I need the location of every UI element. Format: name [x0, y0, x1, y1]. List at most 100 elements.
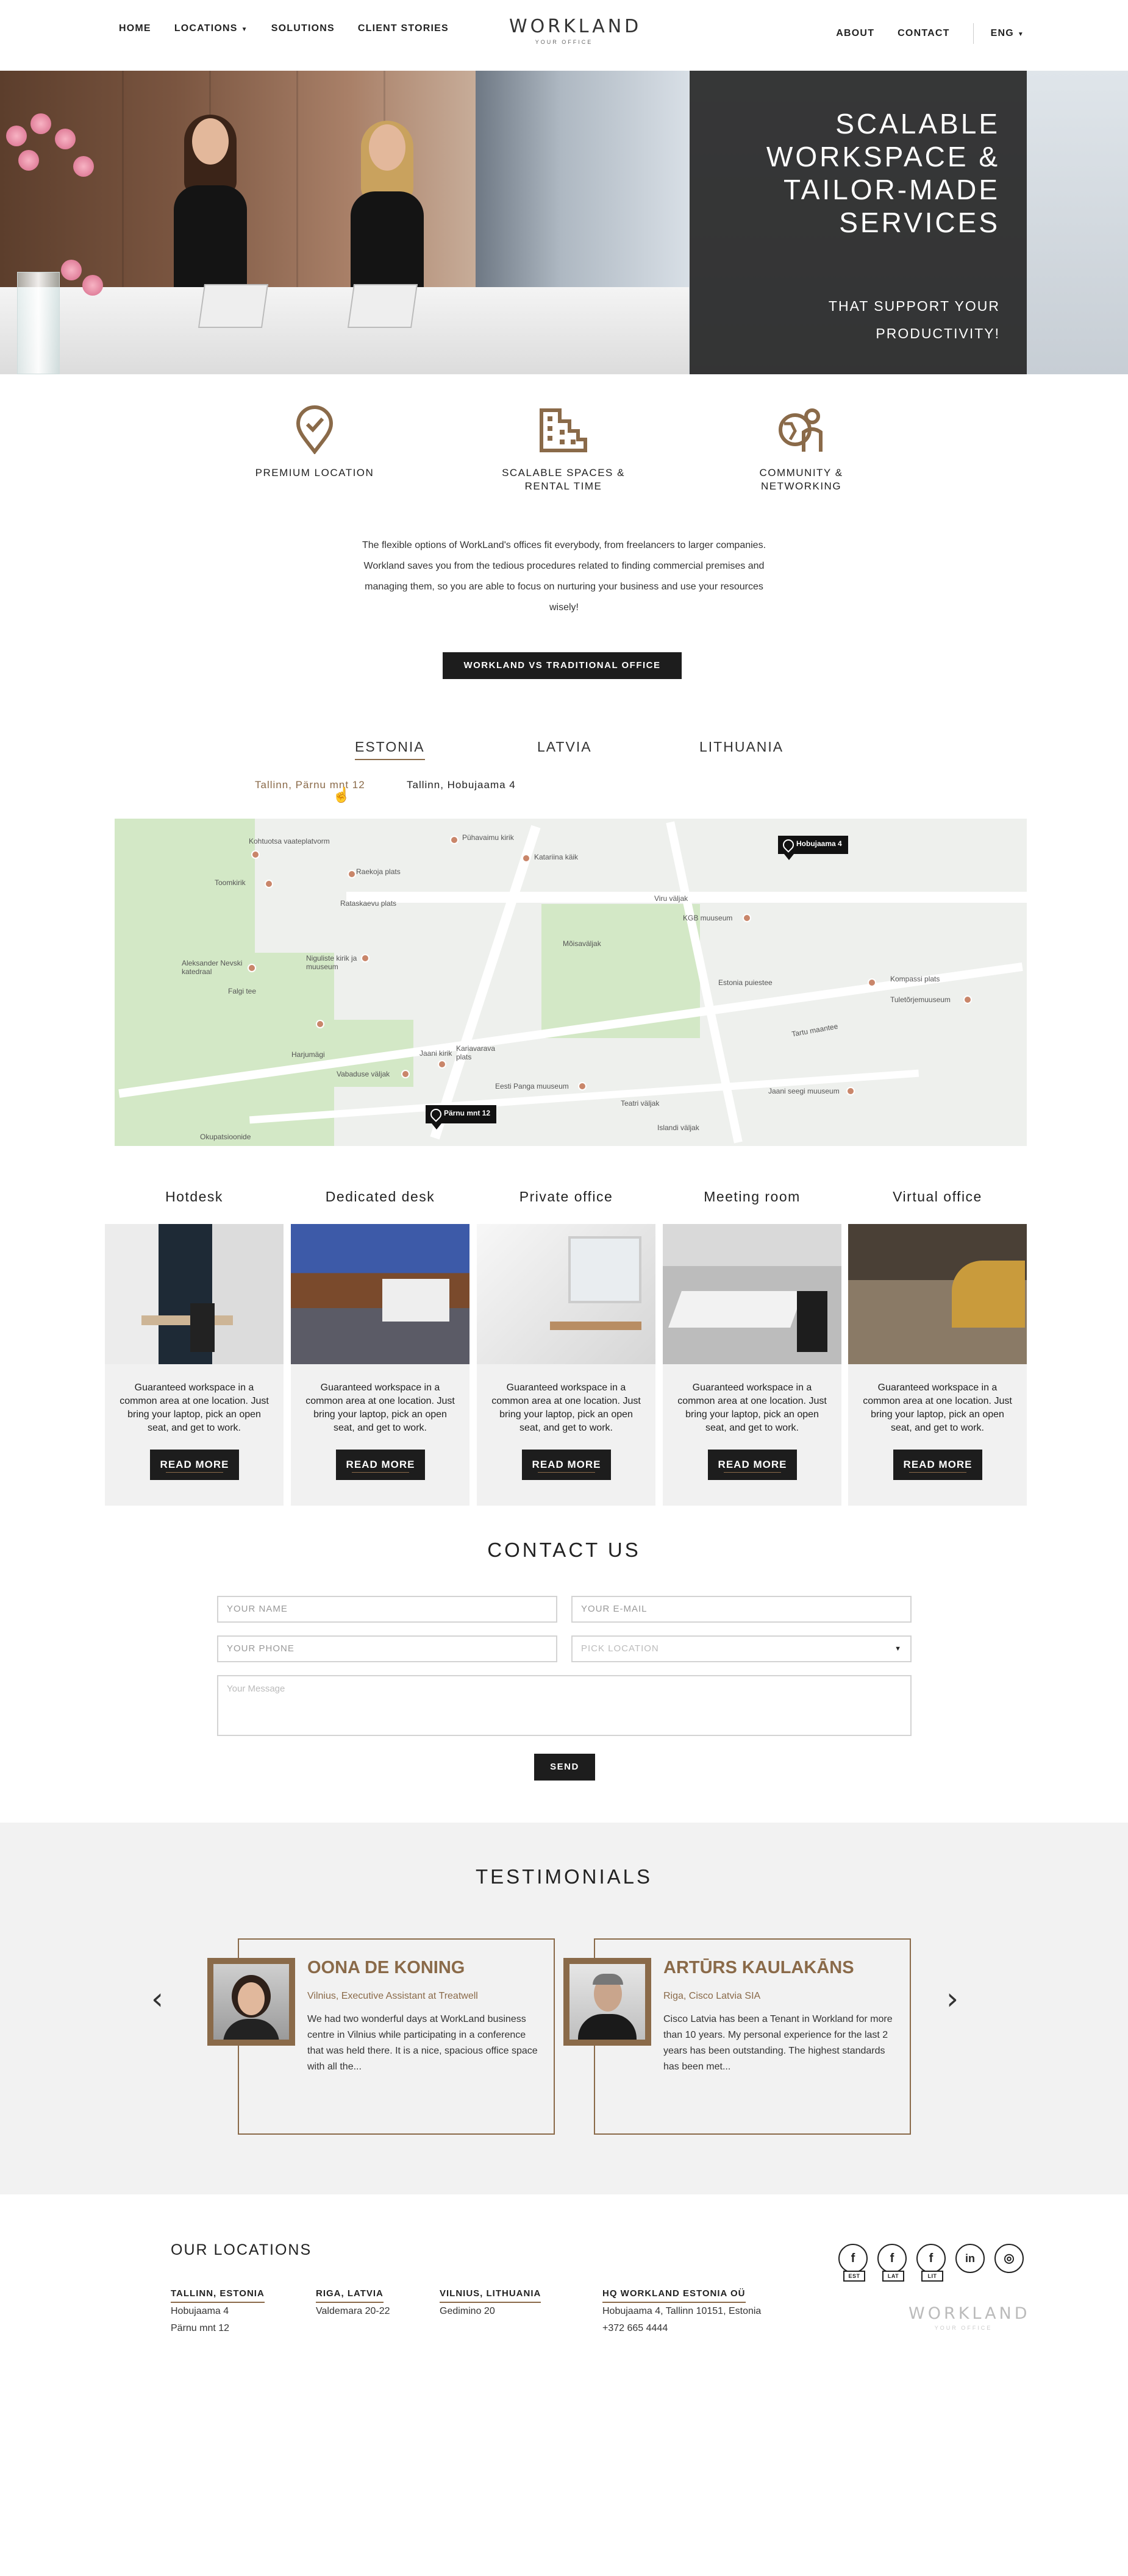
map-label: Raekoja plats: [356, 867, 401, 876]
footer-address[interactable]: Gedimino 20: [440, 2303, 541, 2320]
nav-about[interactable]: ABOUT: [836, 28, 874, 39]
map-label: KGB muuseum: [683, 914, 733, 922]
instagram-icon[interactable]: ◎: [994, 2244, 1024, 2273]
tab-latvia[interactable]: LATVIA: [537, 739, 592, 755]
map-label: Toomkirik: [215, 878, 246, 887]
monitor-shape: [347, 284, 418, 328]
footer-address[interactable]: Pärnu mnt 12: [171, 2320, 265, 2337]
read-more-button[interactable]: READ MORE: [336, 1450, 425, 1480]
phone-field[interactable]: YOUR PHONE: [217, 1635, 557, 1662]
language-selector[interactable]: ENG ▼: [991, 28, 1024, 39]
map-label: Estonia puiestee: [718, 978, 773, 987]
carousel-next-icon[interactable]: ›: [946, 1981, 958, 2016]
map-label: Falgi tee: [228, 987, 257, 995]
map-label: Kompassi plats: [890, 975, 940, 983]
location-link-hobujaama[interactable]: Tallinn, Hobujaama 4: [407, 779, 516, 791]
location-select[interactable]: PICK LOCATION ▼: [571, 1635, 912, 1662]
read-more-button[interactable]: READ MORE: [522, 1450, 611, 1480]
map-marker-hobujaama[interactable]: Hobujaama 4: [778, 836, 848, 860]
map-label: Okupatsioonide: [200, 1133, 251, 1141]
map-label: Teatri väljak: [621, 1099, 660, 1108]
social-glyph: f: [890, 2252, 894, 2265]
nav-divider: [973, 23, 974, 44]
logo-text: WORKLAND: [908, 2304, 1030, 2323]
contact-title: CONTACT US: [487, 1539, 641, 1561]
map-label: Viru väljak: [654, 894, 688, 903]
map-label: Islandi väljak: [657, 1123, 699, 1132]
map-label: Rataskaevu plats: [340, 899, 397, 908]
footer-heading: RIGA, LATVIA: [316, 2288, 384, 2303]
office-card-virtual-office: Virtual office Guaranteed workspace in a…: [848, 1189, 1027, 1506]
nav-locations[interactable]: LOCATIONS ▼: [174, 23, 248, 34]
logo-tagline: YOUR OFFICE: [535, 39, 593, 45]
carousel-prev-icon[interactable]: ‹: [151, 1981, 163, 2016]
map-poi-pin: [265, 880, 273, 888]
tab-estonia[interactable]: ESTONIA: [355, 739, 425, 760]
office-photo: [105, 1224, 284, 1364]
site-logo[interactable]: WORKLAND YOUR OFFICE: [509, 16, 638, 45]
office-card-body: Guaranteed workspace in a common area at…: [105, 1224, 284, 1506]
flower-shape: [82, 275, 103, 296]
location-map[interactable]: Kohtuotsa vaateplatvorm Toomkirik Raekoj…: [115, 819, 1027, 1146]
face-shape: [369, 124, 405, 171]
facebook-lit-icon[interactable]: f LIT: [916, 2244, 946, 2282]
nav-client-stories[interactable]: CLIENT STORIES: [358, 23, 449, 34]
feature-community: COMMUNITY & NETWORKING: [722, 405, 880, 493]
office-card-meeting-room: Meeting room Guaranteed workspace in a c…: [663, 1189, 841, 1506]
office-description: Guaranteed workspace in a common area at…: [491, 1382, 641, 1433]
facebook-est-icon[interactable]: f EST: [838, 2244, 868, 2282]
hand-cursor-icon: ☝: [332, 787, 351, 803]
hero-title: SCALABLE WORKSPACE & TAILOR-MADE SERVICE…: [713, 107, 1000, 239]
nav-home[interactable]: HOME: [119, 23, 151, 34]
hero-banner: SCALABLE WORKSPACE & TAILOR-MADE SERVICE…: [0, 71, 1128, 374]
compare-office-button[interactable]: WORKLAND VS TRADITIONAL OFFICE: [443, 652, 682, 679]
footer-address[interactable]: Valdemara 20-22: [316, 2303, 390, 2320]
map-poi-pin: [316, 1020, 324, 1028]
footer-logo[interactable]: WORKLAND YOUR OFFICE: [908, 2304, 1030, 2331]
linkedin-icon[interactable]: in: [955, 2244, 985, 2273]
read-more-button[interactable]: READ MORE: [893, 1450, 982, 1480]
read-more-button[interactable]: READ MORE: [708, 1450, 797, 1480]
name-field[interactable]: YOUR NAME: [217, 1596, 557, 1623]
hero-subtitle: THAT SUPPORT YOUR PRODUCTIVITY!: [756, 293, 1000, 347]
tab-lithuania[interactable]: LITHUANIA: [699, 739, 784, 755]
vase-shape: [17, 272, 60, 374]
office-description: Guaranteed workspace in a common area at…: [863, 1382, 1012, 1433]
chair-shape: [190, 1303, 215, 1352]
location-select-value: PICK LOCATION: [581, 1643, 659, 1654]
facebook-lat-icon[interactable]: f LAT: [877, 2244, 907, 2282]
testimonial-avatar: [563, 1958, 651, 2046]
dress-shape: [174, 185, 247, 292]
footer-heading: HQ WORKLAND ESTONIA OÜ: [602, 2288, 746, 2303]
testimonial-avatar: [207, 1958, 295, 2046]
footer-phone[interactable]: +372 665 4444: [602, 2320, 761, 2337]
email-field[interactable]: YOUR E-MAIL: [571, 1596, 912, 1623]
send-button[interactable]: SEND: [534, 1754, 595, 1781]
office-card-body: Guaranteed workspace in a common area at…: [291, 1224, 469, 1506]
avatar-photo: [213, 1964, 289, 2040]
footer-column: RIGA, LATVIA Valdemara 20-22: [316, 2288, 390, 2320]
testimonial-role: Vilnius, Executive Assistant at Treatwel…: [307, 1991, 478, 2001]
desk-shape: [141, 1315, 233, 1325]
nav-contact[interactable]: CONTACT: [898, 28, 949, 39]
office-title: Virtual office: [893, 1189, 982, 1204]
nav-solutions[interactable]: SOLUTIONS: [271, 23, 335, 34]
map-label: Niguliste kirik ja muuseum: [306, 954, 357, 971]
main-nav: HOME LOCATIONS ▼ SOLUTIONS CLIENT STORIES: [119, 23, 449, 34]
logo-tagline: YOUR OFFICE: [934, 2325, 993, 2331]
office-photo: [477, 1224, 655, 1364]
footer-heading: TALLINN, ESTONIA: [171, 2288, 265, 2303]
face-shape: [238, 1982, 265, 2015]
map-marker-parnu[interactable]: Pärnu mnt 12: [426, 1105, 497, 1130]
message-field[interactable]: Your Message: [217, 1675, 912, 1736]
footer-address[interactable]: Hobujaama 4: [171, 2303, 265, 2320]
read-more-button[interactable]: READ MORE: [150, 1450, 239, 1480]
shoulders-shape: [578, 2014, 637, 2040]
office-description: Guaranteed workspace in a common area at…: [120, 1382, 269, 1433]
social-glyph: f: [851, 2252, 855, 2265]
window-shape: [568, 1236, 641, 1303]
testimonial-name: ARTŪRS KAULAKĀNS: [663, 1958, 854, 1977]
map-poi-pin: [401, 1070, 410, 1078]
map-label: Kariavarava plats: [456, 1044, 496, 1061]
map-label: Harjumägi: [291, 1050, 325, 1059]
